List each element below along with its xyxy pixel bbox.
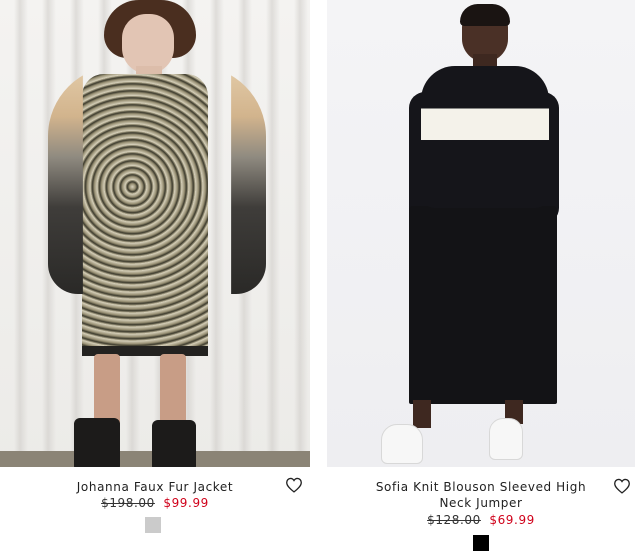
product-image[interactable] [0, 0, 310, 467]
price-row: $198.00 $99.99 [0, 496, 310, 510]
heart-outline-icon[interactable] [285, 477, 303, 493]
boot-right [152, 420, 196, 467]
original-price: $128.00 [427, 513, 481, 527]
sneaker-right [489, 418, 523, 460]
product-name[interactable]: Sofia Knit Blouson Sleeved High Neck Jum… [327, 479, 635, 511]
model-ankle-left [413, 400, 431, 428]
original-price: $198.00 [101, 496, 155, 510]
product-image[interactable] [327, 0, 635, 467]
model-face [122, 14, 174, 74]
sneaker-left [381, 424, 423, 464]
sequin-dress [82, 74, 208, 356]
model-hair [460, 4, 510, 26]
price-row: $128.00 $69.99 [327, 513, 635, 527]
culotte-trousers [409, 206, 557, 404]
boot-left [74, 418, 120, 467]
sale-price: $69.99 [489, 513, 535, 527]
striped-jumper [421, 66, 549, 208]
color-swatch[interactable] [145, 517, 161, 533]
sale-price: $99.99 [163, 496, 209, 510]
product-card[interactable]: Sofia Knit Blouson Sleeved High Neck Jum… [327, 0, 635, 551]
product-card[interactable]: Johanna Faux Fur Jacket $198.00 $99.99 [0, 0, 310, 533]
heart-outline-icon[interactable] [613, 478, 631, 494]
product-name[interactable]: Johanna Faux Fur Jacket [0, 479, 310, 495]
color-swatch[interactable] [473, 535, 489, 551]
